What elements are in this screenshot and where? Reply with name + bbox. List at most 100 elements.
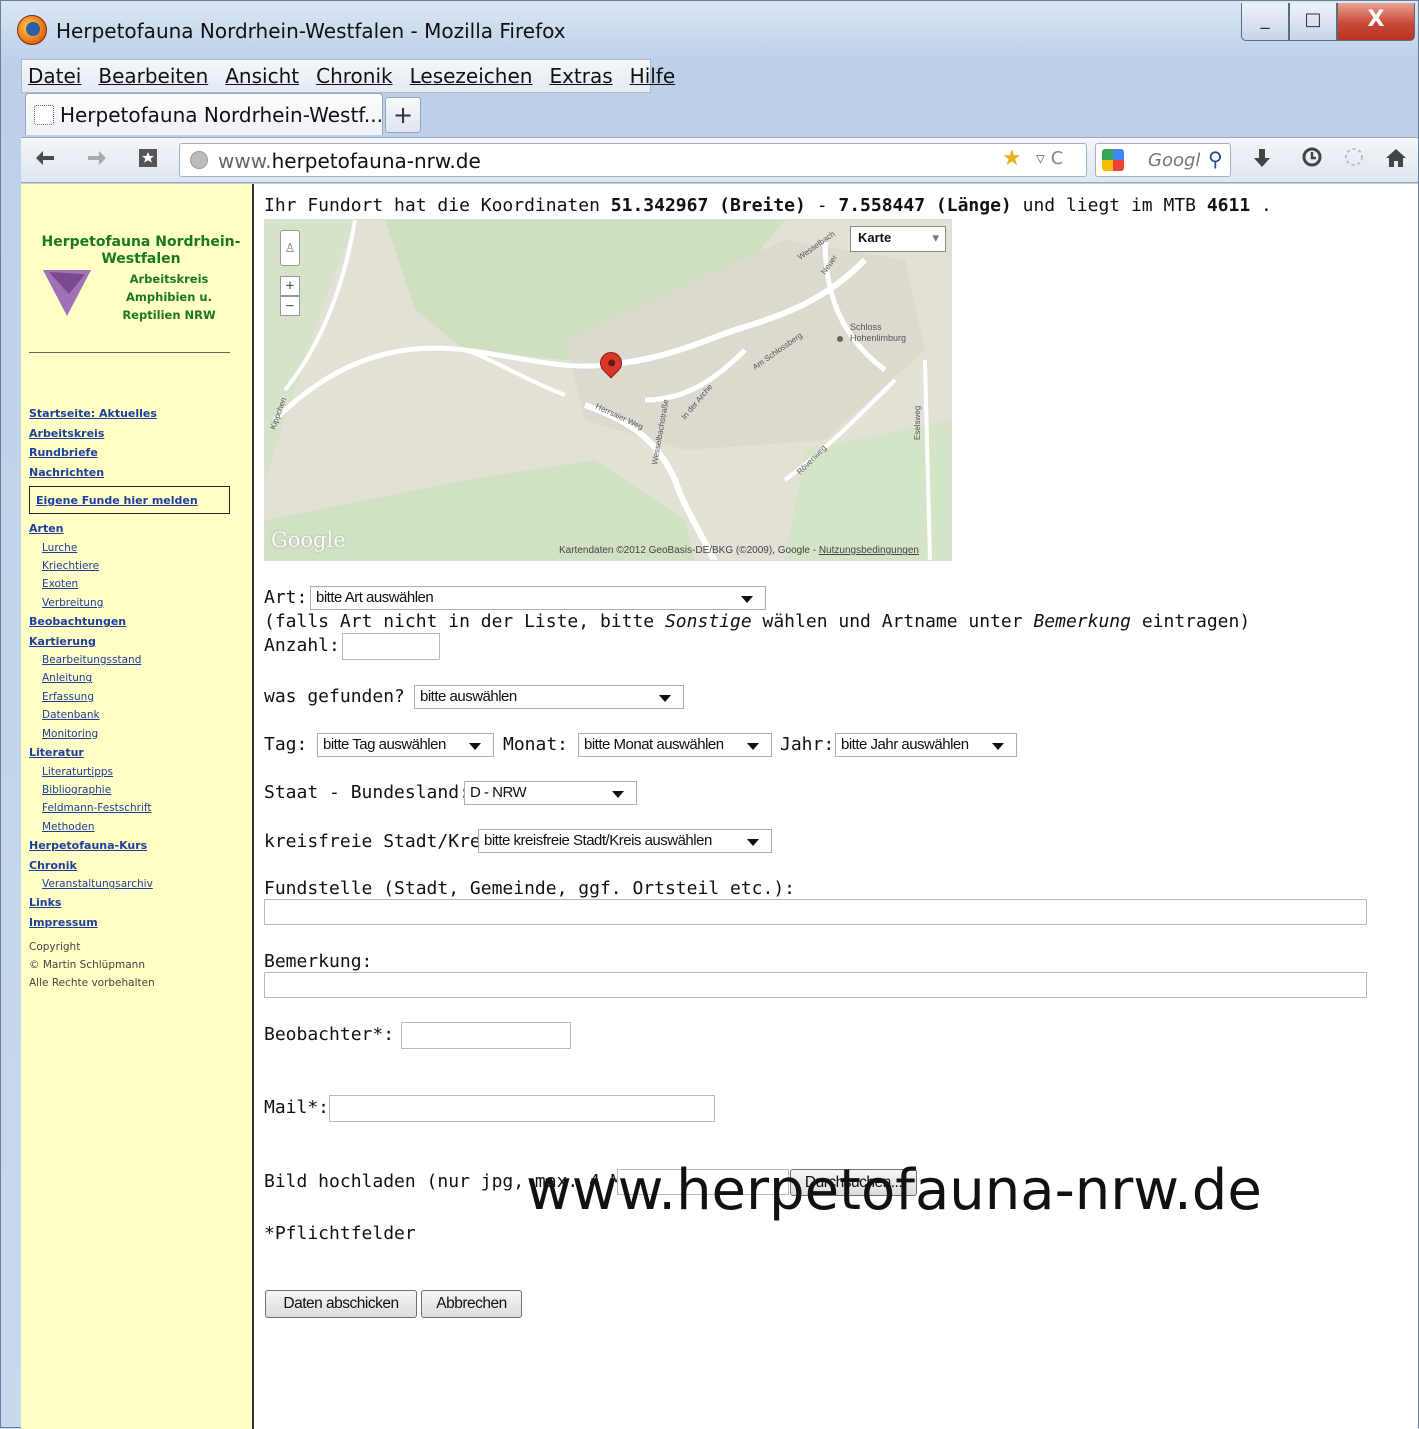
search-input[interactable]: Googl ⚲ <box>1095 143 1231 177</box>
beobachter-input[interactable] <box>401 1022 571 1049</box>
sidebar-item-lurche[interactable]: Lurche <box>29 539 244 557</box>
download-icon[interactable] <box>1245 146 1279 179</box>
sidebar-item-rundbriefe[interactable]: Rundbriefe <box>29 443 244 463</box>
sidebar-item-feldmann-festschrift[interactable]: Feldmann-Festschrift <box>29 799 244 817</box>
history-icon[interactable] <box>1295 146 1329 177</box>
search-placeholder: Googl <box>1148 150 1201 171</box>
hint-post: eintragen) <box>1130 611 1251 632</box>
sidebar-item-literatur[interactable]: Literatur <box>29 743 244 763</box>
hint-mid: wählen und Artname unter <box>751 611 1034 632</box>
sidebar-item-nachrichten[interactable]: Nachrichten <box>29 463 244 483</box>
sidebar-item-beobachtungen[interactable]: Beobachtungen <box>29 612 244 632</box>
close-button[interactable]: X <box>1337 3 1415 41</box>
zoom-in-button[interactable]: + <box>280 276 300 296</box>
submit-button[interactable]: Daten abschicken <box>265 1290 417 1318</box>
sidebar-item-anleitung[interactable]: Anleitung <box>29 669 244 687</box>
was-select[interactable]: bitte auswählen <box>414 685 684 709</box>
menu-ansicht[interactable]: Ansicht <box>225 64 299 88</box>
coordinates-line: Ihr Fundort hat die Koordinaten 51.34296… <box>264 195 1272 216</box>
monat-select[interactable]: bitte Monat auswählen <box>578 733 772 757</box>
staat-label: Staat - Bundesland: <box>264 782 470 803</box>
sidebar-item-kriechtiere[interactable]: Kriechtiere <box>29 557 244 575</box>
url-bar[interactable]: www.herpetofauna-nrw.de ★ ▿ C <box>179 143 1087 177</box>
fundstelle-label: Fundstelle (Stadt, Gemeinde, ggf. Ortste… <box>264 878 796 899</box>
menu-bearbeiten[interactable]: Bearbeiten <box>98 64 208 88</box>
copyright-rights: Alle Rechte vorbehalten <box>29 977 155 990</box>
sidebar-item-chronik[interactable]: Chronik <box>29 856 244 876</box>
sidebar-item-monitoring[interactable]: Monitoring <box>29 725 244 743</box>
jahr-select[interactable]: bitte Jahr auswählen <box>835 733 1017 757</box>
sidebar-item-datenbank[interactable]: Datenbank <box>29 706 244 724</box>
sidebar-item-herpetofauna-kurs[interactable]: Herpetofauna-Kurs <box>29 836 244 856</box>
menu-extras[interactable]: Extras <box>549 64 612 88</box>
menu-lesezeichen[interactable]: Lesezeichen <box>410 64 533 88</box>
home-icon[interactable] <box>1379 146 1413 179</box>
staat-select[interactable]: D - NRW <box>464 781 637 805</box>
menu-chronik[interactable]: Chronik <box>316 64 392 88</box>
map-terms-link[interactable]: Nutzungsbedingungen <box>819 545 919 556</box>
copyright-author: © Martin Schlüpmann <box>29 959 145 972</box>
page-favicon-icon <box>34 104 54 125</box>
url-text: www.herpetofauna-nrw.de <box>218 149 481 173</box>
sidebar-item-erfassung[interactable]: Erfassung <box>29 688 244 706</box>
map-type-dropdown[interactable]: Karte <box>850 226 946 252</box>
menu-datei[interactable]: Datei <box>28 64 81 88</box>
page-content: Herpetofauna Nordrhein-Westfalen Arbeits… <box>21 184 1418 1429</box>
art-label: Art: <box>264 587 308 608</box>
sidebar-item-bearbeitungsstand[interactable]: Bearbeitungsstand <box>29 651 244 669</box>
sidebar-item-verbreitung[interactable]: Verbreitung <box>29 594 244 612</box>
forward-icon[interactable] <box>79 146 113 179</box>
sidebar-item-literaturtipps[interactable]: Literaturtipps <box>29 763 244 781</box>
sidebar-item-kartierung[interactable]: Kartierung <box>29 632 244 652</box>
star-icon[interactable]: ★ <box>1002 146 1022 171</box>
menu-hilfe[interactable]: Hilfe <box>630 64 676 88</box>
copyright-line: Copyright <box>29 941 81 954</box>
navigation-toolbar: www.herpetofauna-nrw.de ★ ▿ C Googl ⚲ <box>21 137 1418 183</box>
sidebar-item-funde-melden[interactable]: Eigene Funde hier melden <box>29 486 230 514</box>
tag-label: Tag: <box>264 734 308 755</box>
monat-label: Monat: <box>503 734 569 755</box>
pflicht-note: *Pflichtfelder <box>264 1223 416 1244</box>
google-icon[interactable] <box>1102 149 1124 171</box>
url-host: herpetofauna-nrw.de <box>271 149 481 173</box>
sidebar-item-arbeitskreis[interactable]: Arbeitskreis <box>29 424 244 444</box>
maximize-button[interactable]: □ <box>1289 3 1337 41</box>
sidebar-item-veranstaltungsarchiv[interactable]: Veranstaltungsarchiv <box>29 875 244 893</box>
tag-select[interactable]: bitte Tag auswählen <box>317 733 494 757</box>
search-icon[interactable]: ⚲ <box>1208 147 1223 171</box>
new-tab-button[interactable]: + <box>385 97 421 133</box>
minimize-button[interactable]: _ <box>1241 3 1289 41</box>
sync-icon[interactable] <box>1337 146 1371 177</box>
sidebar-item-impressum[interactable]: Impressum <box>29 913 244 933</box>
sidebar-item-bibliographie[interactable]: Bibliographie <box>29 781 244 799</box>
cancel-button[interactable]: Abbrechen <box>421 1290 522 1318</box>
bookmark-page-icon[interactable] <box>131 146 165 179</box>
tab-bar: Herpetofauna Nordrhein-Westf... + <box>21 93 1418 137</box>
sidebar-nav: Startseite: Aktuelles Arbeitskreis Rundb… <box>29 404 244 992</box>
sidebar-item-startseite[interactable]: Startseite: Aktuelles <box>29 404 244 424</box>
kreis-select[interactable]: bitte kreisfreie Stadt/Kreis auswählen <box>478 829 772 853</box>
anzahl-label: Anzahl: <box>264 635 340 656</box>
mail-input[interactable] <box>329 1095 715 1122</box>
location-map[interactable]: Schloss Hohenlimburg Am Schlossberg Herr… <box>264 219 952 561</box>
site-brand-title: Herpetofauna Nordrhein-Westfalen <box>41 234 241 267</box>
reload-icon[interactable]: ▿ C <box>1036 148 1063 169</box>
fundstelle-input[interactable] <box>264 899 1367 925</box>
hint-pre: (falls Art nicht in der Liste, bitte <box>264 611 665 632</box>
jahr-label: Jahr: <box>780 734 835 755</box>
latitude-value: 51.342967 (Breite) <box>610 195 806 216</box>
sidebar-item-links[interactable]: Links <box>29 893 244 913</box>
sidebar-item-methoden[interactable]: Methoden <box>29 818 244 836</box>
tab-herpetofauna[interactable]: Herpetofauna Nordrhein-Westf... <box>25 93 383 135</box>
art-select[interactable]: bitte Art auswählen <box>310 586 766 610</box>
bemerkung-input[interactable] <box>264 972 1367 998</box>
street-view-pegman-icon[interactable]: ♙ <box>280 230 300 266</box>
browser-window: Herpetofauna Nordrhein-Westfalen - Mozil… <box>0 0 1419 1429</box>
anzahl-input[interactable] <box>342 633 440 660</box>
sidebar-item-arten[interactable]: Arten <box>29 519 244 539</box>
url-prefix: www. <box>218 149 272 173</box>
sidebar: Herpetofauna Nordrhein-Westfalen Arbeits… <box>21 184 254 1429</box>
back-icon[interactable] <box>29 146 63 179</box>
zoom-out-button[interactable]: − <box>280 296 300 316</box>
sidebar-item-exoten[interactable]: Exoten <box>29 575 244 593</box>
